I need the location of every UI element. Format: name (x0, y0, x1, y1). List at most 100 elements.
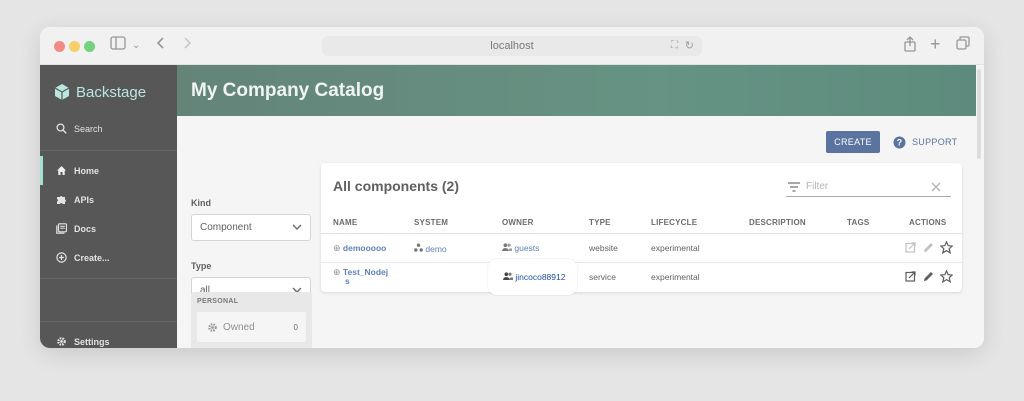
column-header-owner[interactable]: OWNER (502, 218, 534, 227)
owned-filter-item[interactable]: Owned 0 (197, 312, 306, 342)
close-window-button[interactable] (54, 41, 65, 52)
kind-select[interactable]: Component (191, 214, 311, 241)
sidebar-search[interactable]: Search (40, 114, 177, 143)
support-label: SUPPORT (912, 137, 958, 147)
sidebar-item-label: Settings (74, 336, 110, 347)
main-content: My Company Catalog CREATE ? SUPPORT Kind… (177, 65, 976, 348)
row-name-cell: ⊕ demooooo (333, 243, 386, 254)
component-icon: ⊕ (333, 243, 341, 253)
sidebar-item-settings[interactable]: Settings (40, 327, 177, 348)
minimize-window-button[interactable] (69, 41, 80, 52)
app-logo[interactable]: Backstage (54, 81, 146, 103)
reload-icon[interactable]: ↻ (685, 36, 694, 56)
star-icon[interactable] (940, 241, 953, 254)
component-link-continued[interactable]: s (345, 276, 350, 286)
kind-select-value: Component (200, 222, 252, 233)
kind-label: Kind (191, 198, 211, 208)
table-row: ⊕ demooooo demo guests website experimen… (321, 234, 962, 263)
maximize-window-button[interactable] (84, 41, 95, 52)
forward-icon[interactable] (182, 36, 192, 56)
group-icon (503, 272, 513, 280)
table-title: All components (2) (333, 178, 460, 194)
translate-icon[interactable]: ⛶ (671, 36, 678, 56)
address-bar[interactable]: localhost ⛶ ↻ (322, 36, 702, 56)
browser-toolbar: ⌄ localhost ⛶ ↻ + (40, 27, 984, 65)
open-external-icon[interactable] (905, 242, 916, 253)
column-header-name[interactable]: NAME (333, 218, 357, 227)
owned-count: 0 (293, 322, 298, 332)
svg-text:?: ? (897, 137, 903, 147)
sidebar-item-create[interactable]: Create... (40, 243, 177, 272)
row-lifecycle-cell: experimental (651, 243, 700, 253)
sidebar-item-label: Docs (74, 223, 97, 234)
clear-filter-icon[interactable] (931, 182, 941, 192)
star-icon[interactable] (940, 270, 953, 283)
docs-icon (56, 223, 67, 234)
column-header-system[interactable]: SYSTEM (414, 218, 448, 227)
sidebar-toggle-icon[interactable] (110, 36, 126, 56)
create-button[interactable]: CREATE (826, 131, 880, 153)
backstage-logo-icon (54, 84, 70, 100)
share-icon[interactable] (903, 36, 917, 58)
component-link[interactable]: demooooo (343, 243, 386, 253)
logo-text: Backstage (76, 83, 147, 101)
row-type-cell: website (589, 243, 618, 253)
browser-window: ⌄ localhost ⛶ ↻ + Backstage Search Home … (40, 27, 984, 348)
puzzle-icon (57, 196, 66, 204)
add-circle-icon (56, 252, 67, 263)
tab-overview-icon[interactable] (956, 36, 970, 56)
search-icon (56, 123, 67, 134)
column-header-description[interactable]: DESCRIPTION (749, 218, 806, 227)
edit-icon[interactable] (923, 242, 934, 253)
owned-label: Owned (223, 321, 255, 333)
owner-spotlight: jincoco88912 (488, 259, 577, 295)
chevron-down-icon[interactable]: ⌄ (132, 36, 140, 56)
filter-icon (788, 182, 800, 192)
chevron-down-icon (292, 224, 302, 230)
group-icon (502, 243, 512, 251)
table-row: ⊕ Test_Nodej s service experimental (321, 263, 962, 292)
home-icon (57, 166, 66, 175)
sidebar-item-home[interactable]: Home (40, 156, 177, 185)
table-filter-input[interactable]: Filter (786, 177, 951, 197)
personal-label: PERSONAL (197, 298, 239, 305)
sidebar-item-label: Create... (74, 252, 110, 263)
sidebar-item-label: Home (74, 165, 100, 176)
scrollbar[interactable] (977, 69, 981, 159)
page-header: My Company Catalog (177, 65, 976, 116)
page-title: My Company Catalog (191, 80, 385, 101)
support-button[interactable]: ? SUPPORT (893, 131, 957, 153)
component-icon: ⊕ (333, 267, 341, 277)
sidebar-item-label: APIs (74, 194, 95, 205)
row-type-cell: service (589, 272, 616, 282)
edit-icon[interactable] (923, 271, 934, 282)
sidebar-item-apis[interactable]: APIs (40, 185, 177, 214)
system-link[interactable]: demo (425, 244, 446, 254)
filter-placeholder: Filter (806, 181, 829, 192)
help-icon: ? (893, 136, 906, 148)
open-external-icon[interactable] (905, 271, 916, 282)
back-icon[interactable] (156, 36, 166, 56)
components-table-panel: All components (2) Filter NAME SYSTEM OW… (321, 163, 962, 292)
sidebar-search-label: Search (74, 123, 103, 134)
sidebar-item-docs[interactable]: Docs (40, 214, 177, 243)
new-tab-icon[interactable]: + (930, 34, 941, 54)
column-header-actions: ACTIONS (909, 218, 947, 227)
column-header-tags[interactable]: TAGS (847, 218, 869, 227)
sidebar-divider (40, 321, 177, 322)
owner-link[interactable]: jincoco88912 (515, 272, 565, 282)
personal-filter-group: PERSONAL Owned 0 (191, 292, 312, 348)
column-header-lifecycle[interactable]: LIFECYCLE (651, 218, 697, 227)
row-system-cell: demo (414, 243, 447, 254)
owner-link[interactable]: guests (514, 243, 539, 253)
gear-icon (57, 337, 66, 346)
column-header-type[interactable]: TYPE (589, 218, 611, 227)
sidebar-divider (40, 278, 177, 279)
type-label: Type (191, 261, 212, 271)
highlighted-owner-cell: jincoco88912 (503, 272, 565, 282)
row-lifecycle-cell: experimental (651, 272, 700, 282)
gear-icon (208, 322, 217, 332)
app-sidebar: Backstage Search Home APIs Docs Create..… (40, 65, 177, 348)
row-owner-cell: guests (502, 243, 539, 253)
system-icon (414, 243, 423, 252)
